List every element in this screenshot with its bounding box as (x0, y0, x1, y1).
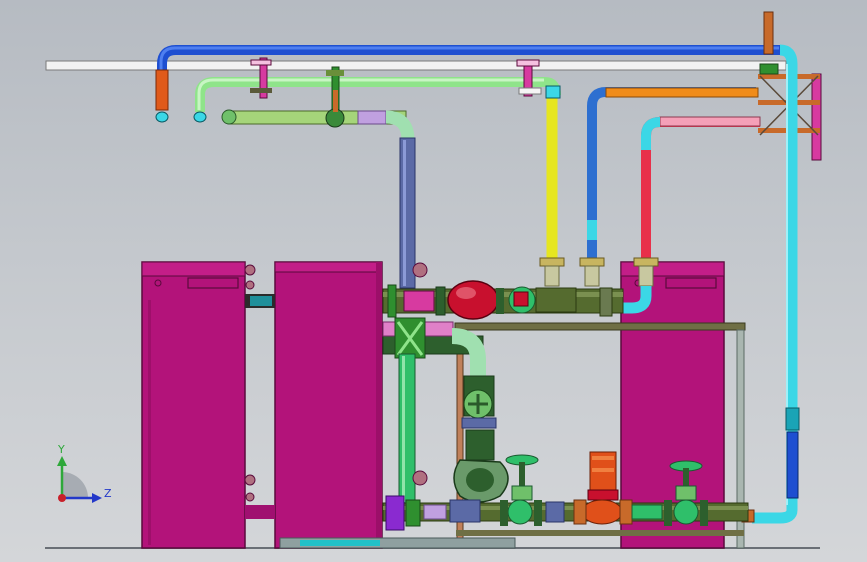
middle-tank[interactable] (274, 261, 383, 549)
gate-valve-left[interactable] (500, 454, 565, 526)
lime-pipe[interactable] (221, 90, 415, 141)
cad-viewport[interactable]: Y Z (0, 0, 867, 562)
tank-connectors (244, 264, 275, 519)
green-vertical-pipe[interactable] (398, 353, 428, 505)
left-tank[interactable] (141, 261, 246, 549)
slate-blue-pipe[interactable] (399, 137, 416, 289)
axis-triad: Y Z (57, 443, 112, 503)
orange-pipe[interactable] (605, 87, 759, 98)
z-axis-label: Z (104, 487, 112, 500)
yellow-pipe[interactable] (539, 85, 565, 287)
copper-riser (763, 11, 774, 55)
x-axis-dot (58, 494, 66, 502)
y-axis-label: Y (57, 443, 65, 456)
